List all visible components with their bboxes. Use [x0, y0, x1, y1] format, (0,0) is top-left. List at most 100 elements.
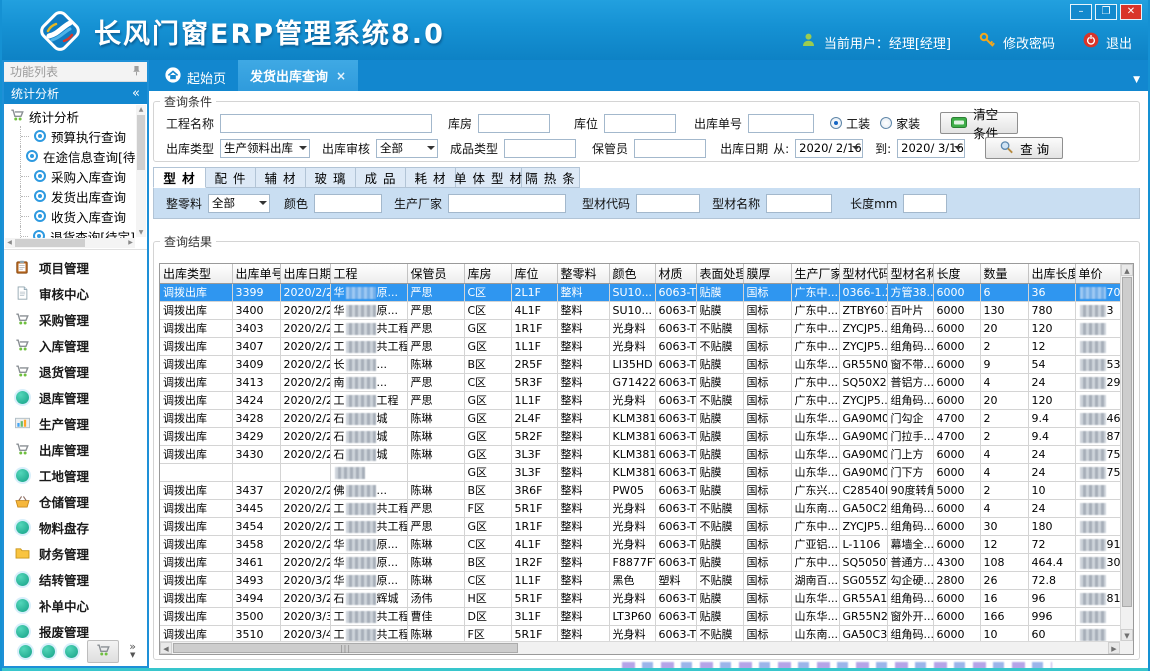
cell[interactable]: 3L3F [511, 445, 557, 463]
cell[interactable]: 严思 [407, 301, 464, 319]
sidebar-item-5[interactable]: 退库管理 [4, 384, 147, 410]
dot-icon[interactable] [65, 645, 78, 658]
cell[interactable]: C区 [464, 301, 511, 319]
cell[interactable]: 整料 [557, 571, 609, 589]
cell[interactable]: GA90M07. [839, 427, 887, 445]
cell[interactable]: 3437 [232, 481, 280, 499]
cell[interactable]: 严思 [407, 391, 464, 409]
cell[interactable]: 石城 [330, 445, 407, 463]
tab-home[interactable]: 起始页 [153, 63, 238, 91]
cell[interactable]: 3445 [232, 499, 280, 517]
cell[interactable]: 0366-1.2 [839, 283, 887, 301]
cell[interactable]: 75 [1075, 445, 1122, 463]
cell[interactable]: 国标 [743, 337, 791, 355]
cell[interactable]: 整料 [557, 319, 609, 337]
keeper-input[interactable] [634, 139, 706, 158]
cell[interactable] [1075, 337, 1122, 355]
cell[interactable]: 整料 [557, 283, 609, 301]
cell[interactable]: 调拨出库 [160, 283, 232, 301]
cell[interactable]: 普铝方... [887, 373, 933, 391]
cell[interactable]: 国标 [743, 553, 791, 571]
cell[interactable]: 6063-T5 [655, 481, 696, 499]
cell[interactable]: 3428 [232, 409, 280, 427]
date-to-picker[interactable]: 2020/ 3/16 [897, 139, 965, 158]
column-header-0[interactable]: 出库类型 [160, 264, 232, 283]
cell[interactable]: 陈琳 [407, 481, 464, 499]
cell[interactable]: 6063-T5 [655, 427, 696, 445]
cell[interactable]: 2020/2/26 [280, 409, 330, 427]
cell[interactable]: 6000 [933, 445, 980, 463]
cell[interactable]: 整料 [557, 355, 609, 373]
sidebar-item-3[interactable]: 入库管理 [4, 332, 147, 358]
cell[interactable]: 山东华... [791, 409, 839, 427]
sidebar-item-11[interactable]: 财务管理 [4, 540, 147, 566]
cell[interactable]: 广东中... [791, 553, 839, 571]
table-row-11[interactable]: 调拨出库34372020/2/27佛...陈琳B区3R6F整料PW056063-… [160, 481, 1134, 499]
tree-item-0[interactable]: 预算执行查询 [20, 126, 135, 146]
cell[interactable]: 国标 [743, 517, 791, 535]
maximize-button[interactable]: ❐ [1095, 4, 1117, 20]
sidebar-item-14[interactable]: 报废管理 [4, 618, 147, 638]
material-tab-7[interactable]: 隔 热 条 [522, 167, 580, 188]
cell[interactable]: 调拨出库 [160, 373, 232, 391]
cell[interactable]: 山东华... [791, 427, 839, 445]
change-password-link[interactable]: 修改密码 [1003, 33, 1055, 52]
cell[interactable]: 3L1F [511, 607, 557, 625]
cell[interactable]: 708 [1075, 283, 1122, 301]
cell[interactable]: F8877FT [609, 553, 655, 571]
cell[interactable]: 贴膜 [696, 283, 743, 301]
pin-icon[interactable] [132, 65, 141, 79]
cell[interactable]: 贴膜 [696, 301, 743, 319]
cell[interactable]: 6063-T5 [655, 409, 696, 427]
cell[interactable]: 1L1F [511, 391, 557, 409]
column-header-11[interactable]: 膜厚 [743, 264, 791, 283]
cell[interactable]: 组角码... [887, 391, 933, 409]
cell[interactable]: 24 [1028, 373, 1075, 391]
cell[interactable]: ZYCJP5... [839, 517, 887, 535]
cell[interactable]: 山东华... [791, 607, 839, 625]
cell[interactable]: 贴膜 [696, 409, 743, 427]
cell[interactable]: 组角码... [887, 589, 933, 607]
cell[interactable]: 75 [1075, 463, 1122, 481]
cell[interactable]: ZYCJP5... [839, 319, 887, 337]
cell[interactable]: 整料 [557, 481, 609, 499]
cell[interactable]: C区 [464, 571, 511, 589]
cell[interactable]: 调拨出库 [160, 409, 232, 427]
cell[interactable]: GR55A11 [839, 589, 887, 607]
cell[interactable]: 光身料 [609, 391, 655, 409]
cell[interactable]: 4 [980, 499, 1028, 517]
cell[interactable]: 72 [1028, 535, 1075, 553]
cell[interactable]: 2 [980, 427, 1028, 445]
cell[interactable]: 2020/2/25 [280, 283, 330, 301]
factory-input[interactable] [448, 194, 566, 213]
cell[interactable]: 3500 [232, 607, 280, 625]
cell[interactable]: 6063-T5 [655, 517, 696, 535]
column-header-1[interactable]: 出库单号 [232, 264, 280, 283]
cell[interactable]: 4 [980, 373, 1028, 391]
cell[interactable]: 贴膜 [696, 607, 743, 625]
cell[interactable]: 不贴膜 [696, 517, 743, 535]
cell[interactable]: 工共工程 [330, 337, 407, 355]
cell[interactable]: 3458 [232, 535, 280, 553]
cell[interactable]: 调拨出库 [160, 301, 232, 319]
cell[interactable]: 山东华... [791, 463, 839, 481]
cell[interactable]: 门拉手... [887, 427, 933, 445]
cell[interactable]: 严思 [407, 499, 464, 517]
cell[interactable]: 国标 [743, 499, 791, 517]
scroll-left-icon[interactable]: ◀ [160, 642, 172, 654]
cell[interactable]: 6000 [933, 337, 980, 355]
cell[interactable]: 整料 [557, 445, 609, 463]
cell[interactable]: 华原... [330, 571, 407, 589]
table-row-10[interactable]: G区3L3F整料KLM38176063-T5贴膜国标山东华...GA90M09.… [160, 463, 1134, 481]
cell[interactable]: 调拨出库 [160, 499, 232, 517]
cell[interactable]: 光身料 [609, 499, 655, 517]
cell[interactable]: 9.4 [1028, 427, 1075, 445]
cell[interactable]: 整料 [557, 391, 609, 409]
column-header-6[interactable]: 库位 [511, 264, 557, 283]
cell[interactable]: 96 [1028, 589, 1075, 607]
cell[interactable]: 6063-T5 [655, 319, 696, 337]
search-button[interactable]: 查 询 [985, 137, 1063, 159]
cell[interactable]: D区 [464, 607, 511, 625]
sidebar-item-8[interactable]: 工地管理 [4, 462, 147, 488]
table-row-13[interactable]: 调拨出库34542020/2/28工共工程严思G区1R1F整料光身料6063-T… [160, 517, 1134, 535]
